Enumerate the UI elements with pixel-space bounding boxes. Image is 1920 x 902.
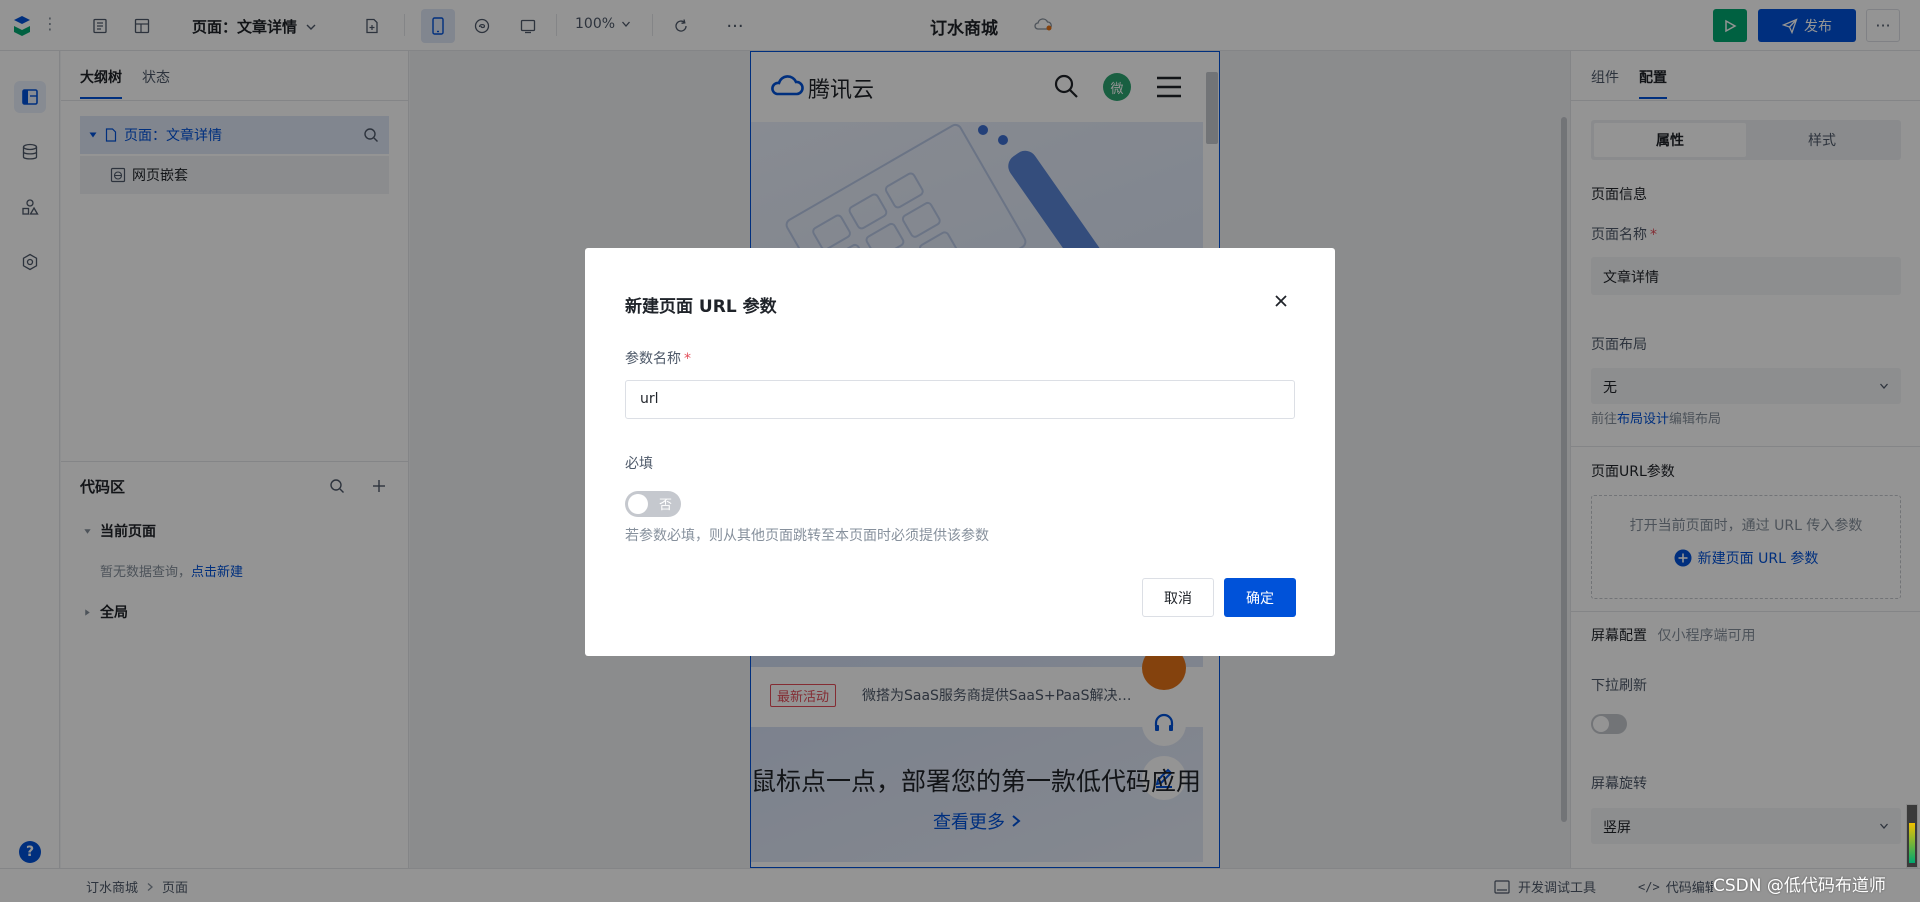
toggle-label: 否 (658, 498, 672, 513)
confirm-button[interactable]: 确定 (1224, 578, 1296, 617)
param-name-value: url (640, 391, 659, 407)
param-name-label: 参数名称 * (625, 348, 691, 368)
param-name-text: 参数名称 (625, 351, 681, 367)
watermark-text: CSDN @低代码布道师 (1713, 876, 1886, 896)
required-hint: 若参数必填，则从其他页面跳转至本页面时必须提供该参数 (625, 528, 989, 544)
audio-level-meter (1906, 804, 1918, 868)
cancel-button[interactable]: 取消 (1142, 578, 1214, 617)
required-label: 必填 (625, 456, 653, 472)
param-name-input[interactable]: url (625, 380, 1295, 419)
cancel-label: 取消 (1164, 590, 1192, 607)
dialog-title: 新建页面 URL 参数 (625, 297, 777, 317)
required-toggle[interactable]: 否 (625, 491, 681, 517)
toggle-knob (628, 494, 648, 514)
confirm-label: 确定 (1246, 590, 1274, 607)
required-mark: * (684, 351, 691, 367)
close-icon[interactable] (1274, 294, 1288, 308)
new-url-param-dialog: 新建页面 URL 参数 参数名称 * url 必填 否 若参数必填，则从其他页面跳… (585, 248, 1335, 656)
